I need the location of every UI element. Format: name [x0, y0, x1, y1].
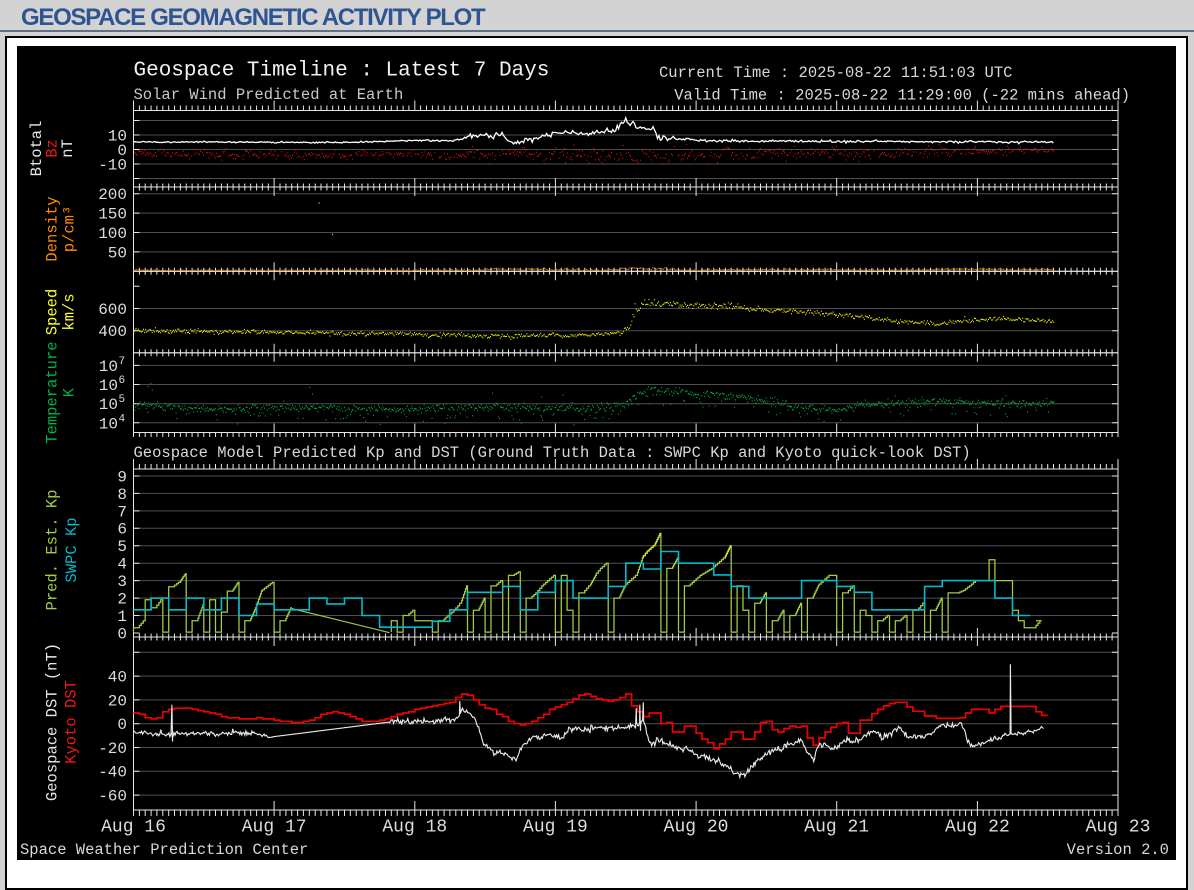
svg-text:10: 10	[99, 377, 118, 395]
svg-text:1: 1	[117, 608, 127, 626]
svg-text:100: 100	[98, 225, 127, 243]
svg-text:-60: -60	[98, 788, 127, 806]
svg-text:Temperature: Temperature	[44, 341, 62, 443]
svg-text:4: 4	[119, 413, 126, 425]
svg-text:5: 5	[119, 394, 126, 406]
svg-text:Version 2.0: Version 2.0	[1067, 841, 1169, 859]
svg-text:Geospace Model Predicted Kp an: Geospace Model Predicted Kp and DST (Gro…	[134, 444, 971, 462]
svg-text:10: 10	[99, 358, 118, 376]
svg-text:Pred. Est. Kp: Pred. Est. Kp	[44, 490, 62, 611]
svg-text:Aug 21: Aug 21	[804, 818, 869, 838]
svg-text:40: 40	[108, 669, 127, 687]
svg-text:Current Time : 2025-08-22 11:5: Current Time : 2025-08-22 11:51:03 UTC	[659, 64, 1012, 82]
svg-text:3: 3	[117, 573, 127, 591]
svg-text:-10: -10	[98, 156, 127, 174]
svg-text:Density: Density	[44, 196, 62, 261]
svg-text:Speed: Speed	[44, 289, 62, 336]
svg-text:Aug 18: Aug 18	[382, 818, 447, 838]
svg-text:nT: nT	[59, 139, 77, 158]
svg-text:150: 150	[98, 206, 127, 224]
svg-text:p/cm³: p/cm³	[61, 206, 79, 253]
svg-text:Valid Time : 2025-08-22 11:29:: Valid Time : 2025-08-22 11:29:00 (-22 mi…	[674, 87, 1130, 105]
svg-text:0: 0	[117, 625, 127, 643]
svg-text:Aug 22: Aug 22	[945, 818, 1010, 838]
svg-text:600: 600	[98, 301, 127, 319]
svg-text:400: 400	[98, 323, 127, 341]
svg-text:K: K	[61, 387, 79, 397]
svg-text:8: 8	[117, 486, 127, 504]
svg-text:Aug 23: Aug 23	[1086, 818, 1151, 838]
svg-text:SWPC Kp: SWPC Kp	[63, 517, 81, 582]
svg-text:200: 200	[98, 186, 127, 204]
svg-text:Aug 20: Aug 20	[664, 818, 729, 838]
svg-text:6: 6	[117, 521, 127, 539]
svg-text:7: 7	[119, 356, 126, 368]
svg-text:4: 4	[117, 556, 127, 574]
svg-text:5: 5	[117, 538, 127, 556]
svg-text:-20: -20	[98, 740, 127, 758]
svg-text:20: 20	[108, 692, 127, 710]
svg-text:-40: -40	[98, 764, 127, 782]
svg-text:Geospace Timeline : Latest 7 D: Geospace Timeline : Latest 7 Days	[134, 60, 550, 83]
svg-text:Geospace DST (nT): Geospace DST (nT)	[44, 643, 62, 801]
svg-text:Solar Wind Predicted at Earth: Solar Wind Predicted at Earth	[134, 86, 404, 104]
svg-text:Aug 19: Aug 19	[523, 818, 588, 838]
svg-text:10: 10	[99, 415, 118, 433]
svg-text:2: 2	[117, 591, 127, 609]
svg-text:9: 9	[117, 468, 127, 486]
svg-text:km/s: km/s	[61, 293, 79, 330]
svg-text:50: 50	[108, 244, 127, 262]
svg-text:Aug 16: Aug 16	[101, 818, 166, 838]
svg-text:0: 0	[117, 716, 127, 734]
svg-text:7: 7	[117, 503, 127, 521]
svg-text:6: 6	[119, 375, 126, 387]
svg-text:10: 10	[99, 396, 118, 414]
svg-text:Space Weather Prediction Cente: Space Weather Prediction Center	[20, 841, 308, 859]
svg-text:Kyoto DST: Kyoto DST	[63, 680, 81, 764]
svg-text:Aug 17: Aug 17	[242, 818, 307, 838]
